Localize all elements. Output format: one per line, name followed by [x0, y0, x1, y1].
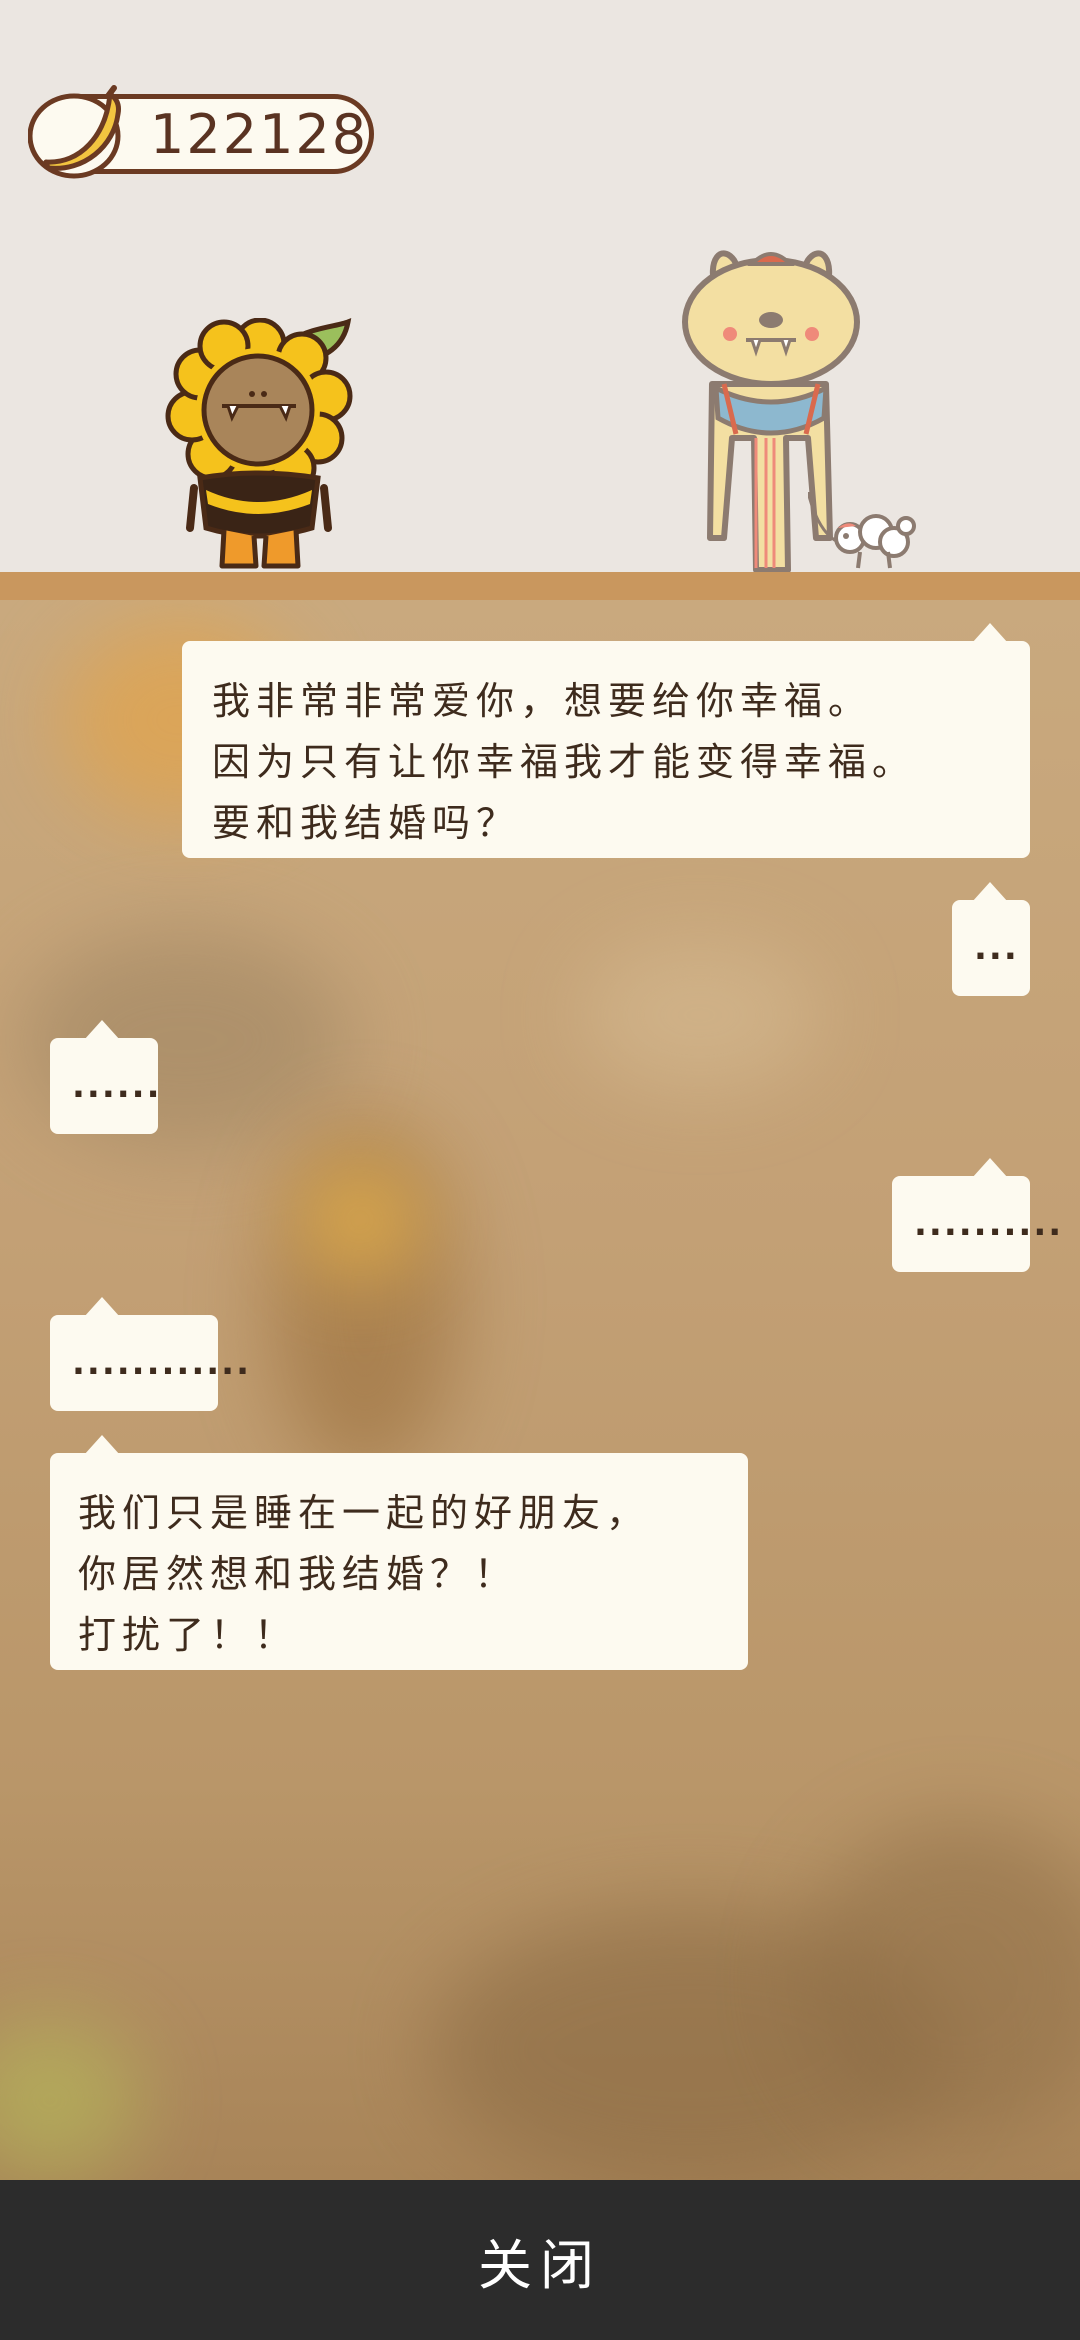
- sunflower-character[interactable]: [160, 318, 360, 572]
- dialog-bubble-ellipsis: ..........: [892, 1158, 1064, 1272]
- dialog-line: ......: [72, 1066, 162, 1106]
- dialog-line: ............: [72, 1343, 251, 1383]
- dialog-bubble-ellipsis: ......: [50, 1020, 162, 1134]
- floor: [0, 572, 1080, 600]
- puppy-character: [808, 492, 916, 569]
- scene-area: 122128: [0, 0, 1080, 572]
- dialog-line: ...: [974, 928, 1019, 968]
- dialog-bubble-ellipsis: ...: [952, 882, 1030, 996]
- banana-icon: [28, 85, 121, 179]
- dialog-line: 因为只有让你幸福我才能变得幸福。: [212, 740, 917, 784]
- close-button[interactable]: 关闭: [0, 2180, 1080, 2340]
- banana-count: 122128: [150, 103, 369, 166]
- dialog-bubble-proposal: 我非常非常爱你，想要给你幸福。 因为只有让你幸福我才能变得幸福。 要和我结婚吗？: [182, 623, 1030, 858]
- dialog-line: 打扰了！！: [78, 1613, 299, 1657]
- dialog-bubble-rejection: 我们只是睡在一起的好朋友， 你居然想和我结婚？！ 打扰了！！: [50, 1435, 748, 1670]
- dialog-line: 我非常非常爱你，想要给你幸福。: [212, 679, 873, 723]
- dialog-line: 我们只是睡在一起的好朋友，: [78, 1491, 651, 1535]
- dialog-line: 要和我结婚吗？: [212, 801, 521, 845]
- dialog-line: ..........: [914, 1204, 1064, 1244]
- dialog-bubble-ellipsis: ............: [50, 1297, 251, 1411]
- dialog-line: 你居然想和我结婚？！: [78, 1552, 519, 1596]
- close-button-label: 关闭: [478, 2233, 602, 2297]
